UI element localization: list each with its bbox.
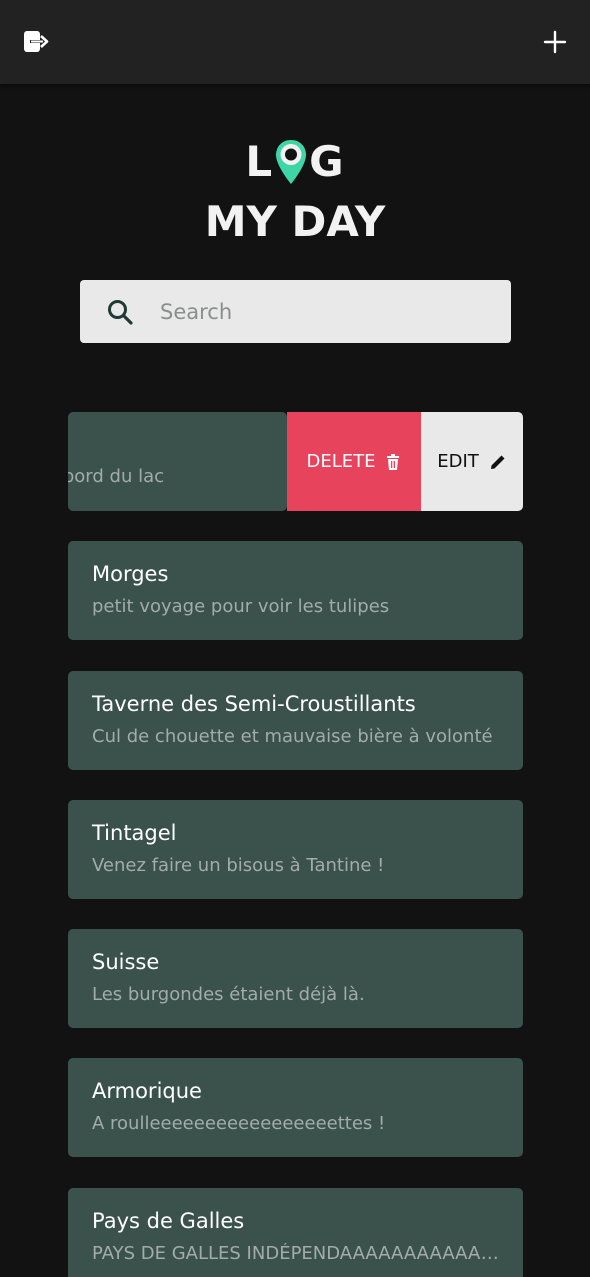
search-bar — [80, 280, 511, 343]
swiped-entry-row: bord du lac DELETE EDIT — [68, 412, 523, 511]
entry-card[interactable]: Taverne des Semi-Croustillants Cul de ch… — [68, 671, 523, 770]
pencil-icon — [490, 455, 505, 469]
entry-card[interactable]: Tintagel Venez faire un bisous à Tantine… — [68, 800, 523, 899]
entry-subtitle: PAYS DE GALLES INDÉPENDAAAAAAAAAAAAANT — [92, 1243, 502, 1264]
logout-icon — [24, 31, 49, 52]
trash-icon — [386, 453, 399, 470]
entry-subtitle: Venez faire un bisous à Tantine ! — [92, 855, 385, 876]
entry-title: Pays de Galles — [92, 1209, 245, 1233]
edit-label: EDIT — [437, 451, 479, 472]
app-logo: L G MY DAY — [0, 138, 590, 248]
entry-subtitle: bord du lac — [68, 466, 164, 487]
entry-subtitle: petit voyage pour voir les tulipes — [92, 596, 390, 617]
swiped-entry-card[interactable]: bord du lac — [68, 412, 287, 511]
add-entry-button[interactable] — [542, 29, 568, 55]
entry-card[interactable]: Pays de Galles PAYS DE GALLES INDÉPENDAA… — [68, 1188, 523, 1277]
map-pin-icon — [276, 140, 307, 184]
plus-icon — [543, 30, 567, 54]
delete-label: DELETE — [306, 451, 376, 472]
entry-title: Armorique — [92, 1079, 202, 1103]
logo-line-1: L G — [0, 138, 590, 186]
entry-subtitle: Cul de chouette et mauvaise bière à volo… — [92, 726, 493, 747]
search-icon — [108, 300, 133, 325]
entry-title: Morges — [92, 562, 169, 586]
logo-letter-l: L — [245, 137, 274, 186]
edit-button[interactable]: EDIT — [421, 412, 523, 511]
logout-button[interactable] — [22, 29, 50, 55]
entry-title: Tintagel — [92, 821, 177, 845]
search-input[interactable] — [160, 280, 500, 343]
delete-button[interactable]: DELETE — [287, 412, 421, 511]
entry-card[interactable]: Morges petit voyage pour voir les tulipe… — [68, 541, 523, 640]
top-bar — [0, 0, 590, 84]
entry-title: Suisse — [92, 950, 160, 974]
entry-card[interactable]: Suisse Les burgondes étaient déjà là. — [68, 929, 523, 1028]
entry-subtitle: A roulleeeeeeeeeeeeeeeeettes ! — [92, 1113, 386, 1134]
entry-title: Taverne des Semi-Croustillants — [92, 692, 416, 716]
entry-subtitle: Les burgondes étaient déjà là. — [92, 984, 365, 1005]
logo-line-2: MY DAY — [204, 197, 386, 246]
entry-card[interactable]: Armorique A roulleeeeeeeeeeeeeeeeettes ! — [68, 1058, 523, 1157]
logo-letter-g: G — [309, 137, 345, 186]
